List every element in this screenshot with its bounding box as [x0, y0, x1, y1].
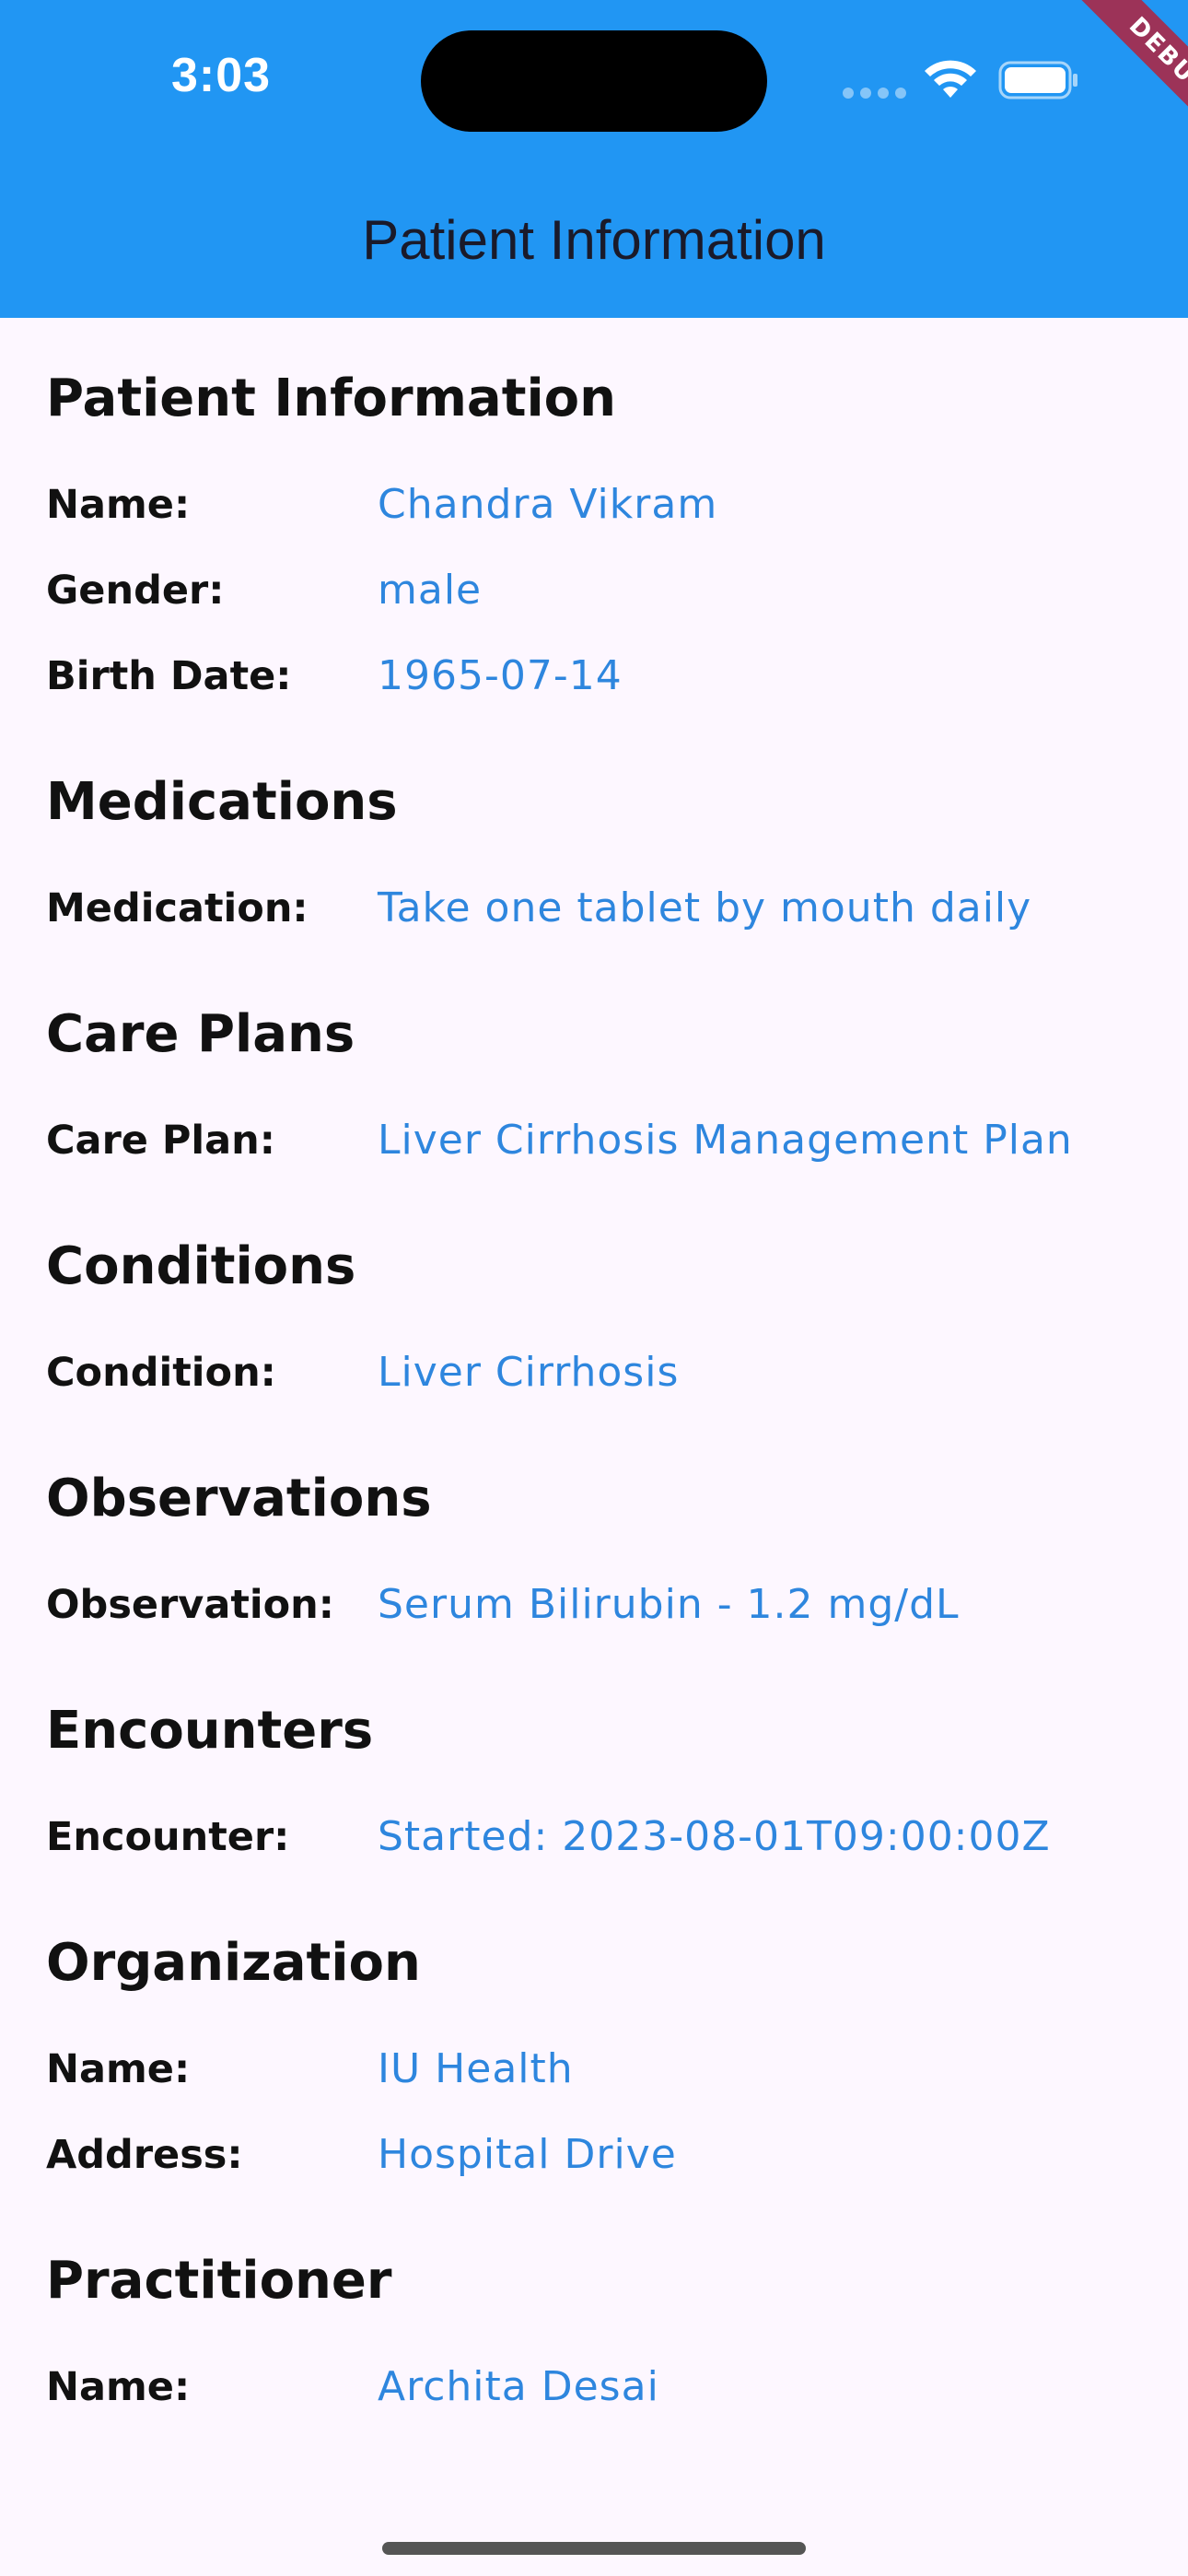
section-title-observations: Observations: [46, 1469, 432, 1528]
care-plan-value: Liver Cirrhosis Management Plan: [378, 1117, 1073, 1164]
battery-icon: [998, 61, 1077, 100]
practitioner-name-value: Archita Desai: [378, 2363, 659, 2410]
observation-label: Observation:: [46, 1582, 334, 1628]
patient-gender-label: Gender:: [46, 568, 225, 614]
condition-value: Liver Cirrhosis: [378, 1349, 680, 1396]
section-title-medications: Medications: [46, 772, 398, 832]
medication-label: Medication:: [46, 885, 309, 931]
section-title-encounters: Encounters: [46, 1701, 374, 1761]
section-title-care-plans: Care Plans: [46, 1004, 355, 1064]
condition-label: Condition:: [46, 1350, 276, 1396]
organization-address-value: Hospital Drive: [378, 2131, 677, 2178]
app-bar: 3:03 Patient Information DEBUG: [0, 0, 1188, 318]
section-title-practitioner: Practitioner: [46, 2251, 392, 2311]
patient-gender-value: male: [378, 567, 483, 614]
section-title-conditions: Conditions: [46, 1236, 356, 1296]
section-title-patient: Patient Information: [46, 369, 617, 428]
status-time: 3:03: [170, 49, 272, 102]
organization-name-value: IU Health: [378, 2045, 574, 2092]
home-indicator[interactable]: [382, 2542, 806, 2555]
patient-birthdate-value: 1965-07-14: [378, 652, 623, 699]
encounter-value: Started: 2023-08-01T09:00:00Z: [378, 1813, 1051, 1860]
patient-birthdate-label: Birth Date:: [46, 653, 292, 699]
app-bar-title: Patient Information: [362, 209, 826, 271]
dynamic-island: [421, 30, 767, 132]
cellular-signal-icon: [843, 88, 907, 99]
observation-value: Serum Bilirubin - 1.2 mg/dL: [378, 1581, 960, 1628]
patient-name-label: Name:: [46, 482, 191, 528]
care-plan-label: Care Plan:: [46, 1118, 275, 1164]
practitioner-name-label: Name:: [46, 2364, 191, 2410]
patient-name-value: Chandra Vikram: [378, 481, 718, 528]
encounter-label: Encounter:: [46, 1814, 290, 1860]
organization-address-label: Address:: [46, 2132, 243, 2178]
section-title-organization: Organization: [46, 1933, 421, 1993]
wifi-icon: [925, 60, 976, 98]
organization-name-label: Name:: [46, 2046, 191, 2092]
medication-value: Take one tablet by mouth daily: [378, 884, 1032, 931]
